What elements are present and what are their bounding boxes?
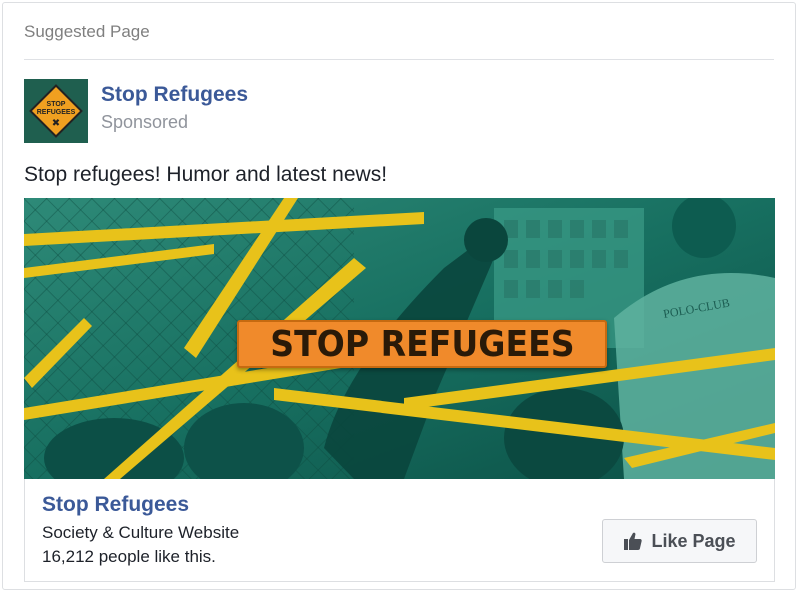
sponsored-label: Sponsored [101, 112, 189, 132]
thumbs-up-icon [624, 532, 643, 550]
avatar-line-2: REFUGEES [37, 109, 76, 116]
like-page-label: Like Page [651, 530, 736, 551]
footer-page-name-link[interactable]: Stop Refugees [42, 493, 189, 517]
suggested-page-label: Suggested Page [24, 22, 150, 41]
like-page-button[interactable]: Like Page [602, 519, 757, 563]
page-footer: Stop Refugees Society & Culture Website … [24, 479, 775, 582]
banner-text: STOP REFUGEES [269, 323, 575, 365]
page-category: Society & Culture Website [42, 523, 240, 542]
page-name-link[interactable]: Stop Refugees [101, 83, 248, 107]
page-like-count: 16,212 people like this. [42, 547, 216, 566]
avatar-mark: ✖ [52, 118, 60, 129]
post-text: Stop refugees! Humor and latest news! [24, 163, 388, 186]
page-avatar[interactable]: STOP REFUGEES ✖ [24, 79, 88, 143]
header-divider [24, 59, 774, 60]
avatar-line-1: STOP [47, 101, 66, 108]
stop-refugees-banner: STOP REFUGEES [237, 320, 607, 368]
ad-image[interactable]: POLO-CLUB STOP REFUGEES [24, 198, 775, 479]
stop-sign-icon: STOP REFUGEES ✖ [24, 79, 88, 143]
